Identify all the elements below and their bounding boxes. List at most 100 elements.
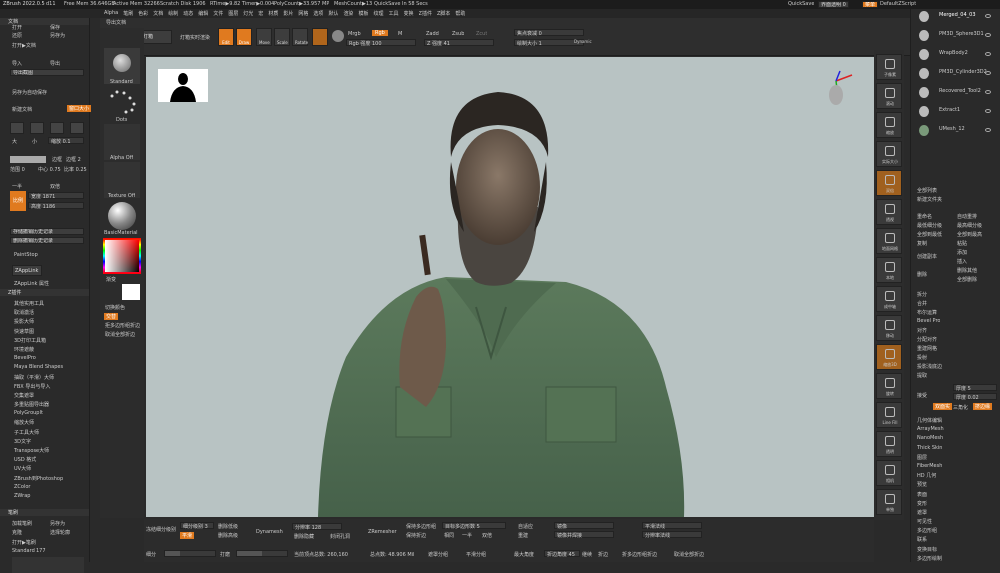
ratio-button[interactable]: 比例 bbox=[10, 191, 26, 211]
menu-item[interactable]: 绘制 bbox=[168, 10, 178, 17]
height-slider[interactable]: 高度 1186 bbox=[28, 202, 84, 210]
right-shelf-button[interactable]: 双倍 bbox=[876, 170, 902, 196]
uncrease-all-button[interactable]: 取消全部折边 bbox=[674, 551, 704, 558]
right-shelf-button[interactable]: 滚动 bbox=[876, 83, 902, 109]
revert-button[interactable]: 还原 bbox=[12, 32, 22, 39]
right-shelf-button[interactable]: 透明 bbox=[876, 431, 902, 457]
right-shelf-button[interactable]: 相机 bbox=[876, 460, 902, 486]
delete-other-button[interactable]: 删除其他 bbox=[957, 267, 977, 274]
zoom-in-icon[interactable] bbox=[30, 122, 44, 134]
all-high-button[interactable]: 最高细分级 bbox=[957, 222, 982, 229]
big-button[interactable]: 大 bbox=[12, 138, 17, 145]
saveas-autosave-button[interactable]: 另存为自动保存 bbox=[12, 89, 47, 96]
right-shelf-button[interactable]: 实际大小 bbox=[876, 141, 902, 167]
tool-section-header[interactable]: 图层 bbox=[917, 454, 999, 463]
new-folder-button[interactable]: 新建文件夹 bbox=[917, 196, 942, 203]
color-picker[interactable] bbox=[103, 238, 141, 274]
import-button[interactable]: 导入 bbox=[12, 60, 22, 67]
list-all-button[interactable]: 全部列表 bbox=[917, 187, 937, 194]
eye-icon[interactable] bbox=[985, 33, 991, 37]
delete-history-button[interactable]: 删除撤销历史记录 bbox=[10, 237, 84, 244]
distribute-button[interactable]: 分配对齐 bbox=[917, 336, 937, 343]
menu-item[interactable]: 图层 bbox=[228, 10, 238, 17]
eye-icon[interactable] bbox=[985, 128, 991, 132]
right-shelf-button[interactable]: 缩放 bbox=[876, 112, 902, 138]
subdiv-level-slider[interactable]: 细分级别 3 bbox=[180, 522, 214, 530]
double-poly-button[interactable]: 双倍 bbox=[482, 532, 492, 539]
right-shelf-button[interactable]: 移动 bbox=[876, 315, 902, 341]
resolution-slider[interactable]: 分辨率 128 bbox=[292, 523, 342, 531]
default-zscript[interactable]: DefaultZScript bbox=[880, 1, 916, 7]
menu-item[interactable]: 工具 bbox=[389, 10, 399, 17]
tool-section-header[interactable]: 多边形绘制 bbox=[917, 555, 999, 564]
subtool-row[interactable]: Recovered_Tool2 bbox=[917, 87, 999, 99]
subtool-row[interactable]: PM3D_Cylinder3D2 bbox=[917, 68, 999, 80]
draw-button[interactable]: Draw bbox=[236, 28, 252, 46]
tool-section-header[interactable]: 遮罩 bbox=[917, 509, 999, 518]
copy-button[interactable]: 复制 bbox=[917, 240, 927, 247]
eye-icon[interactable] bbox=[985, 90, 991, 94]
main-color-swatch[interactable] bbox=[122, 284, 140, 300]
move-button[interactable]: Move bbox=[256, 28, 272, 46]
menu-item[interactable]: 网格 bbox=[298, 10, 308, 17]
right-shelf-button[interactable]: 单独 bbox=[876, 489, 902, 515]
eye-icon[interactable] bbox=[985, 71, 991, 75]
viewport-canvas[interactable] bbox=[146, 57, 874, 517]
zplugin-header[interactable]: Z插件 bbox=[0, 289, 89, 296]
plugin-item[interactable]: 子工具大师 bbox=[14, 429, 88, 438]
open-doc-button[interactable]: 打开▶文档 bbox=[12, 42, 36, 49]
plugin-item[interactable]: 交集遮罩 bbox=[14, 392, 88, 401]
align-button[interactable]: 对齐 bbox=[917, 327, 927, 334]
zcut-button[interactable]: Zcut bbox=[476, 31, 487, 37]
zapplink-properties[interactable]: ZAppLink 属性 bbox=[14, 280, 49, 287]
heart-icon[interactable] bbox=[312, 28, 328, 46]
saveas-button[interactable]: 另存为 bbox=[50, 32, 65, 39]
m-button[interactable]: M bbox=[398, 31, 402, 37]
plugin-item[interactable]: 环境遮蔽 bbox=[14, 346, 88, 355]
all-to-high-button[interactable]: 全部到最高 bbox=[957, 231, 982, 238]
eye-icon[interactable] bbox=[985, 109, 991, 113]
insert-button[interactable]: 插入 bbox=[957, 258, 967, 265]
rotate-button[interactable]: Rotate bbox=[292, 28, 308, 46]
menu-item[interactable]: 变换 bbox=[404, 10, 414, 17]
remesh-button[interactable]: 重建网格 bbox=[917, 345, 937, 352]
back-color-swatch[interactable] bbox=[10, 156, 46, 163]
all-to-low-button[interactable]: 全部到最低 bbox=[917, 231, 942, 238]
window-size-button[interactable]: 窗口大小 bbox=[67, 105, 92, 112]
adaptive-button[interactable]: 自适应 bbox=[518, 523, 533, 530]
rebuild-button[interactable]: 重建 bbox=[518, 532, 528, 539]
menu-item[interactable]: 色彩 bbox=[138, 10, 148, 17]
menu-item[interactable]: 影片 bbox=[283, 10, 293, 17]
menu-item[interactable]: 材质 bbox=[268, 10, 278, 17]
all-low-button[interactable]: 最低细分级 bbox=[917, 222, 942, 229]
keep-creases-button[interactable]: 保持折边 bbox=[406, 532, 426, 539]
subtool-row[interactable]: PM3D_Sphere3D1 bbox=[917, 30, 999, 42]
plugin-item[interactable]: ZColor bbox=[14, 484, 88, 493]
plugin-item[interactable]: USD 格式 bbox=[14, 456, 88, 465]
zoom-100-icon[interactable] bbox=[50, 122, 64, 134]
tool-section-header[interactable]: 变换目标 bbox=[917, 546, 999, 555]
select-brush-button[interactable]: 选择轮廓 bbox=[50, 529, 70, 536]
cancel-folds-button[interactable]: 取消全部折边 bbox=[105, 331, 135, 338]
focal-shift-slider[interactable]: 焦点衰减 0 bbox=[514, 29, 584, 37]
tool-section-header[interactable]: FiberMesh bbox=[917, 463, 999, 472]
lightbox-preview-button[interactable]: 灯箱实时渲染 bbox=[180, 34, 210, 41]
subtool-row[interactable]: UMesh_12 bbox=[917, 125, 999, 137]
range-value[interactable]: 范围 0 bbox=[10, 166, 25, 173]
export-screenshot-button[interactable]: 导出截图 bbox=[10, 69, 84, 76]
new-doc-button[interactable]: 新建文档 bbox=[12, 106, 32, 113]
scale-button[interactable]: Scale bbox=[274, 28, 290, 46]
tool-section-header[interactable]: HD 几何 bbox=[917, 472, 999, 481]
delete-lower-button[interactable]: 删除低级 bbox=[218, 523, 238, 530]
switch-color-button[interactable]: 切换颜色 bbox=[105, 304, 125, 311]
plugin-item[interactable]: 抽取（平滑）大师 bbox=[14, 374, 88, 383]
menu-item[interactable]: 文档 bbox=[153, 10, 163, 17]
double-button[interactable]: 双倍 bbox=[50, 183, 60, 190]
keep-groups-button[interactable]: 保持多边形组 bbox=[406, 523, 436, 530]
restore-masks-button[interactable]: 拒多边形组折边 bbox=[105, 322, 140, 329]
ratio-value[interactable]: 比率 0.25 bbox=[64, 166, 87, 173]
tool-section-header[interactable]: Thick Skin bbox=[917, 445, 999, 454]
rename-button[interactable]: 重命名 bbox=[917, 213, 932, 220]
delete-button[interactable]: 删除 bbox=[917, 271, 927, 278]
menu-item[interactable]: 宏 bbox=[258, 10, 263, 17]
